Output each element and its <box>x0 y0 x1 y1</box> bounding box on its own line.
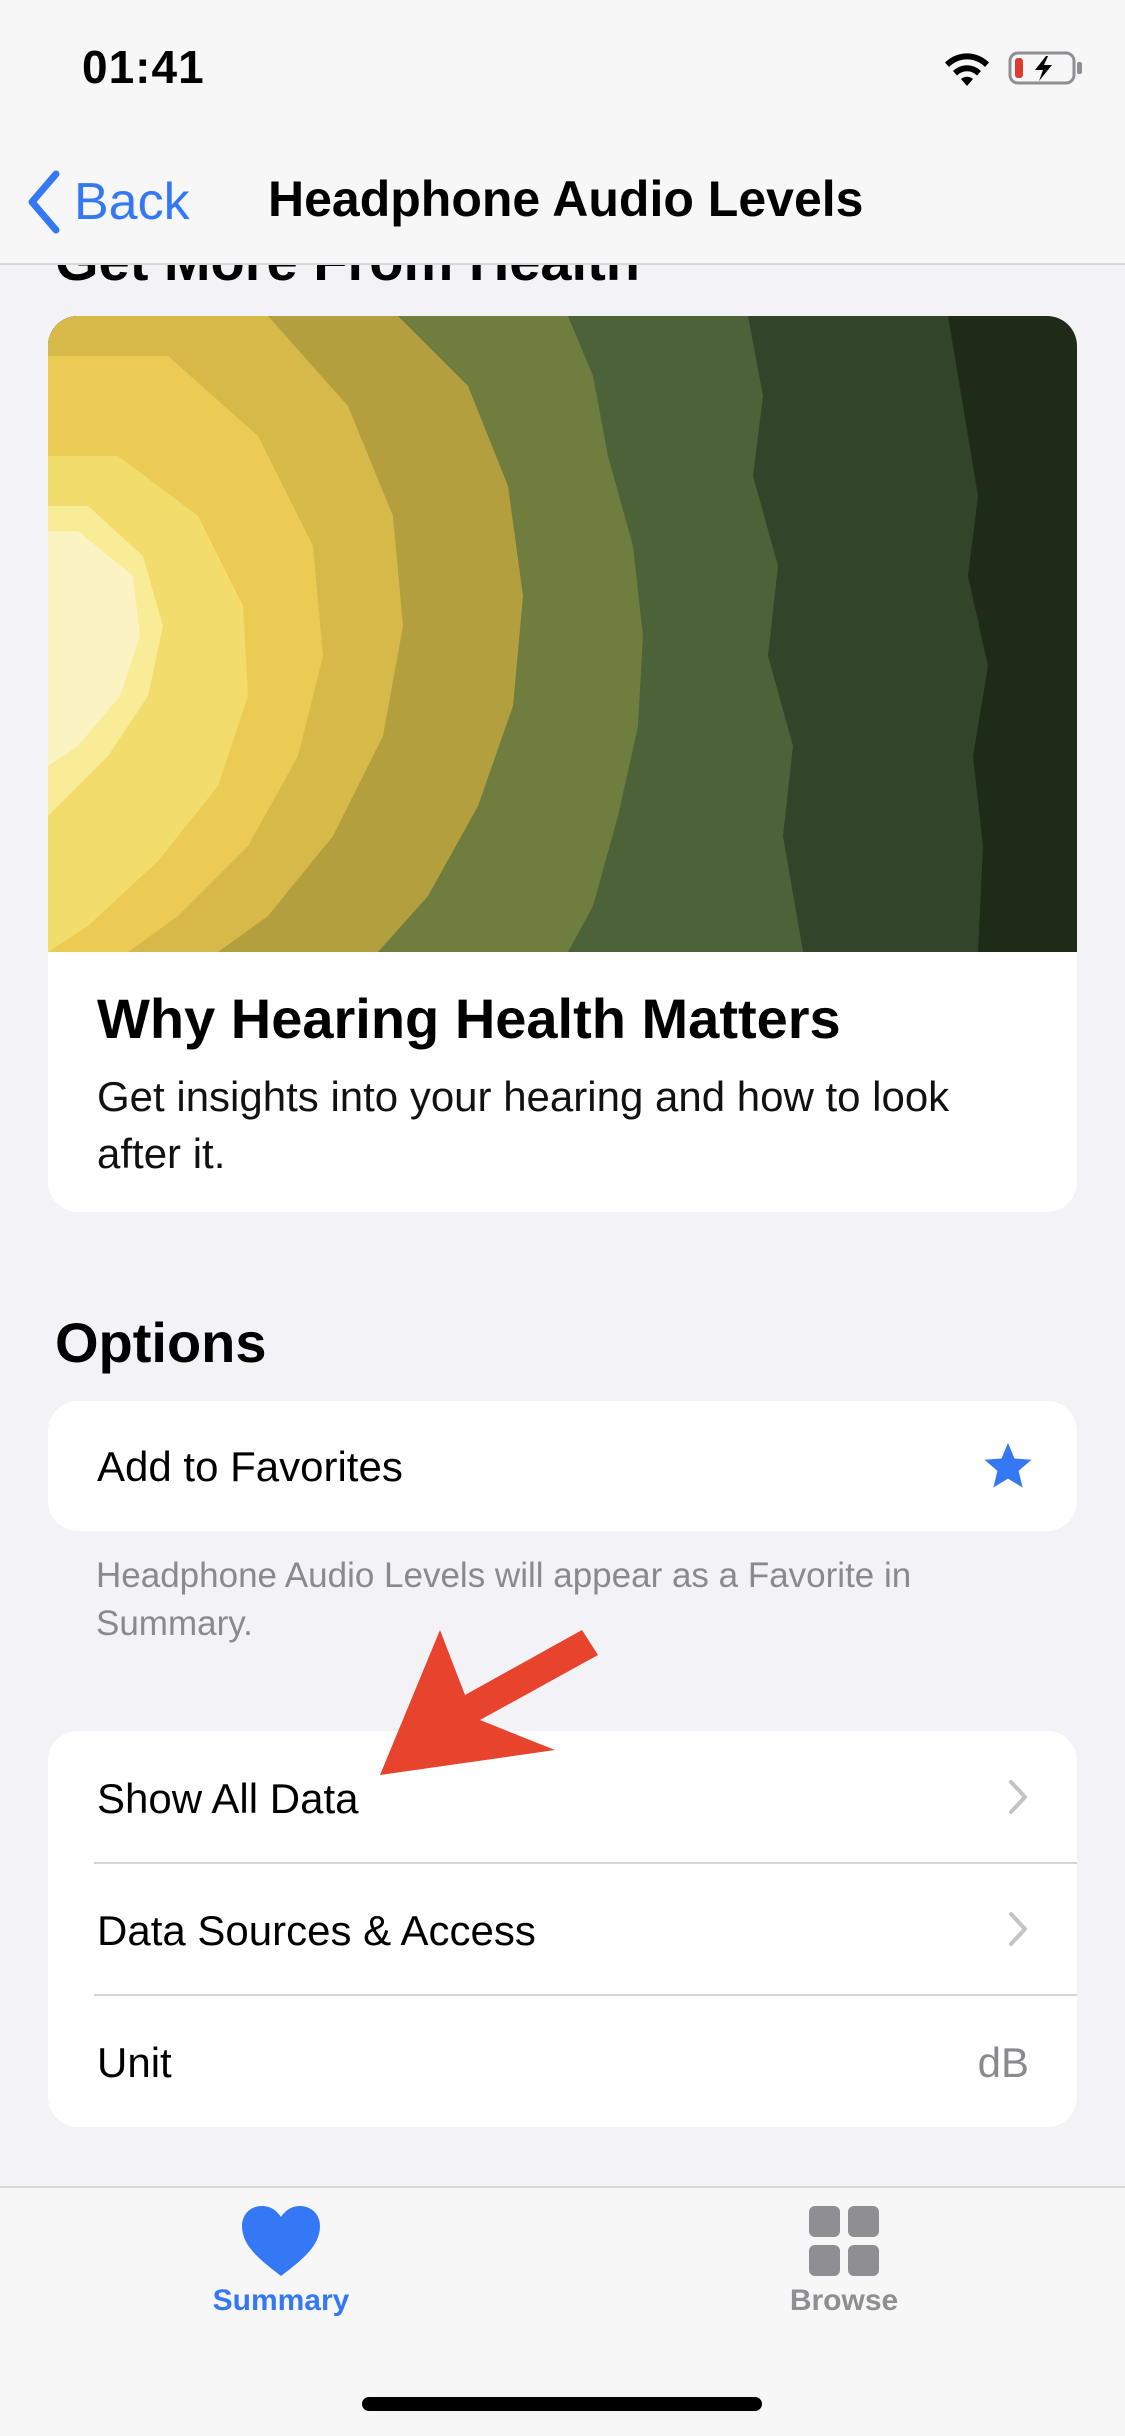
unit-label: Unit <box>97 2039 172 2086</box>
tab-summary-label: Summary <box>212 2284 350 2317</box>
status-time: 01:41 <box>82 41 205 93</box>
heart-icon <box>242 2206 320 2276</box>
options-heading: Options <box>55 1311 267 1374</box>
chevron-right-icon <box>1009 1780 1027 1814</box>
red-arrow-icon <box>380 1630 598 1775</box>
unit-value: dB <box>977 2039 1029 2086</box>
data-sources-access-label: Data Sources & Access <box>97 1907 536 1954</box>
tab-bar: Summary Browse <box>0 2186 1125 2436</box>
article-body: Get insights into your hearing and how t… <box>97 1073 950 1177</box>
tab-browse[interactable]: Browse <box>744 2204 944 2318</box>
page-title: Headphone Audio Levels <box>268 171 864 227</box>
paper-layers-image <box>48 316 1077 952</box>
wifi-icon <box>945 53 989 86</box>
grid-icon <box>809 2206 879 2276</box>
chevron-right-icon <box>1009 1912 1027 1946</box>
data-sources-access-row[interactable]: Data Sources & Access <box>48 1863 1077 1995</box>
article-card[interactable]: Why Hearing Health Matters Get insights … <box>48 316 1077 1212</box>
tab-browse-label: Browse <box>789 2284 899 2317</box>
health-screen: Get More From Health 01:41 Back Headphon… <box>0 0 1125 2436</box>
battery-charging-icon <box>1008 51 1082 85</box>
add-to-favorites-label: Add to Favorites <box>97 1443 403 1490</box>
tab-summary[interactable]: Summary <box>181 2204 381 2318</box>
star-icon[interactable] <box>983 1442 1033 1490</box>
home-indicator <box>362 2397 762 2411</box>
data-options-card: Show All Data Data Sources & Access Unit… <box>48 1731 1077 2127</box>
add-to-favorites-row[interactable]: Add to Favorites <box>48 1401 1077 1531</box>
back-label: Back <box>74 173 190 231</box>
chevron-left-icon <box>28 170 60 234</box>
article-title: Why Hearing Health Matters <box>97 987 841 1050</box>
back-button[interactable]: Back <box>24 162 190 242</box>
navigation-bar: Back Headphone Audio Levels <box>0 140 1125 265</box>
unit-row[interactable]: Unit dB <box>48 1995 1077 2127</box>
status-bar: 01:41 <box>0 0 1125 140</box>
show-all-data-label: Show All Data <box>97 1775 359 1822</box>
